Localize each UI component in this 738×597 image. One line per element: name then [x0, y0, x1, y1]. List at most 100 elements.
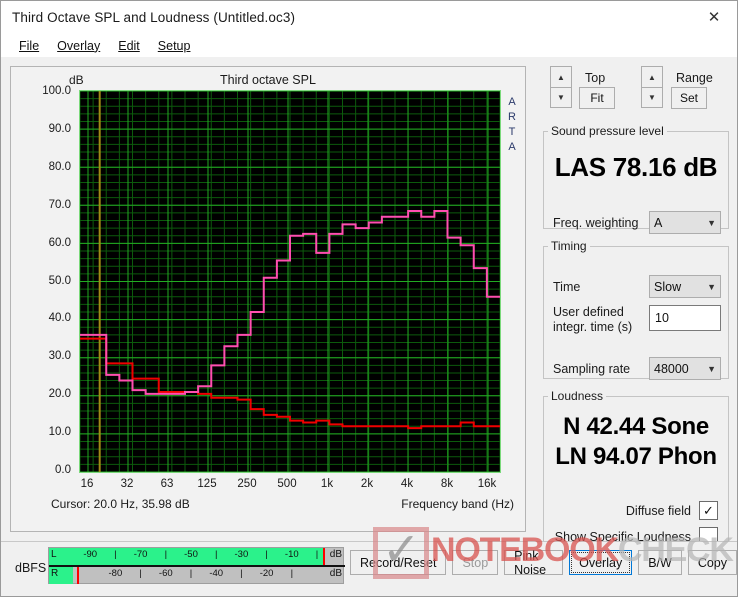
button-b-w[interactable]: B/W: [638, 550, 682, 575]
action-button-row: Record/Reset Stop Pink Noise Overlay B/W Copy: [350, 549, 737, 577]
range-spinner[interactable]: ▲ ▼: [641, 66, 663, 108]
meter-tick: -20: [259, 568, 274, 579]
y-axis-tick: 10.0: [48, 426, 71, 439]
bottom-bar: dBFS LdB -90 | -70 | -50 | -30 | -10 | RdB -80 | -60 |…: [1, 541, 737, 596]
close-icon[interactable]: ✕: [691, 1, 737, 34]
meter-tick: -60: [158, 568, 173, 579]
x-axis-tick: 1k: [320, 478, 334, 490]
y-axis-unit: dB: [69, 73, 84, 87]
range-set-button[interactable]: Set: [671, 87, 707, 109]
sampling-rate-select[interactable]: 48000 ▼: [649, 357, 721, 380]
right-control-column: ▲ ▼ Top Fit ▲ ▼ Range Set Sound pressure…: [535, 61, 735, 592]
arta-watermark: ARTA: [508, 96, 516, 153]
meter-channel-right: R: [51, 568, 59, 579]
meter-pipe: |: [214, 549, 218, 560]
chart-plot-area[interactable]: [79, 90, 501, 473]
meter-pipe: |: [315, 549, 319, 560]
diffuse-field-checkbox[interactable]: ✓: [699, 501, 718, 520]
x-axis-tick: 250: [237, 478, 257, 490]
top-spinner[interactable]: ▲ ▼: [550, 66, 572, 108]
button-pink-noise[interactable]: Pink Noise: [504, 549, 564, 577]
x-axis-tick: 16k: [477, 478, 497, 490]
top-spinner-up-icon[interactable]: ▲: [550, 66, 572, 87]
meter-tick: -90: [83, 549, 98, 560]
menu-item-overlay[interactable]: Overlay: [48, 37, 109, 55]
x-axis: 16 32 63 125 250 500 1k 2k 4k 8k 16k: [79, 478, 503, 494]
y-axis-tick: 70.0: [48, 198, 71, 211]
y-axis: 100.0 90.0 80.0 70.0 60.0 50.0 40.0 30.0 20.0 10.…: [19, 85, 71, 476]
meter-unit-left: dB: [329, 549, 342, 560]
integration-time-input[interactable]: 10: [649, 305, 721, 331]
time-label: Time: [553, 279, 581, 294]
freq-weighting-row: Freq. weighting A ▼: [553, 211, 721, 234]
y-axis-tick: 20.0: [48, 388, 71, 401]
time-value: Slow: [654, 279, 682, 294]
x-axis-tick: 125: [197, 478, 217, 490]
meter-unit-right: dB: [329, 568, 342, 579]
y-axis-tick: 100.0: [42, 85, 71, 97]
time-select[interactable]: Slow ▼: [649, 275, 721, 298]
y-axis-tick: 50.0: [48, 274, 71, 287]
range-spinner-up-icon[interactable]: ▲: [641, 66, 663, 87]
menu-item-setup[interactable]: Setup: [149, 37, 200, 55]
x-axis-title: Frequency band (Hz): [401, 497, 514, 511]
top-spinner-down-icon[interactable]: ▼: [550, 87, 572, 108]
menu-bar: File Overlay Edit Setup: [1, 34, 737, 57]
chevron-down-icon: ▼: [707, 363, 716, 374]
integration-time-label: User defined integr. time (s): [553, 305, 632, 335]
meter-tick: -10: [284, 549, 299, 560]
loudness-panel-legend: Loudness: [551, 389, 604, 403]
x-axis-tick: 16: [80, 478, 94, 490]
y-axis-tick: 0.0: [55, 464, 71, 476]
level-meter-right: RdB -80 | -60 | -40 | -20 |: [49, 567, 345, 584]
button-copy[interactable]: Copy: [687, 550, 737, 575]
chart-svg: [80, 91, 500, 472]
top-range-toolbar: ▲ ▼ Top Fit ▲ ▼ Range Set: [535, 61, 735, 113]
chevron-down-icon: ▼: [707, 281, 716, 292]
menu-item-file[interactable]: File: [10, 37, 48, 55]
meter-tick: -40: [209, 568, 224, 579]
cursor-readout: Cursor: 20.0 Hz, 35.98 dB: [51, 497, 190, 511]
x-axis-tick: 500: [277, 478, 297, 490]
top-label: Top: [585, 71, 606, 85]
loudness-panel: Loudness N 42.44 Sone LN 94.07 Phon Diff…: [543, 389, 729, 546]
x-axis-tick: 32: [120, 478, 134, 490]
range-spinner-down-icon[interactable]: ▼: [641, 87, 663, 108]
graph-panel: Third octave SPL dB 100.0 90.0 80.0 70.0 60.…: [10, 66, 526, 532]
meter-pipe: |: [114, 549, 117, 560]
meter-tick: -80: [108, 568, 123, 579]
button-overlay[interactable]: Overlay: [569, 550, 633, 575]
meter-tick: -70: [133, 549, 148, 560]
level-meter: LdB -90 | -70 | -50 | -30 | -10 | RdB -80 | -60 | -40 | -…: [48, 547, 345, 584]
integration-time-label-l1: User defined: [553, 305, 624, 319]
meter-peak-marker-right: [77, 567, 80, 584]
menu-item-edit[interactable]: Edit: [109, 37, 149, 55]
level-meter-left: LdB -90 | -70 | -50 | -30 | -10 |: [49, 548, 345, 565]
diffuse-field-label: Diffuse field: [625, 503, 691, 518]
sampling-rate-row: Sampling rate 48000 ▼: [553, 357, 721, 380]
sampling-rate-label: Sampling rate: [553, 361, 631, 376]
diffuse-field-row[interactable]: Diffuse field ✓: [626, 501, 718, 520]
meter-pipe: |: [290, 568, 294, 579]
integration-time-label-l2: integr. time (s): [553, 320, 633, 334]
timing-panel-legend: Timing: [551, 239, 587, 253]
y-axis-tick: 40.0: [48, 312, 71, 325]
top-fit-button[interactable]: Fit: [579, 87, 615, 109]
integration-time-row: User defined integr. time (s) 10: [553, 305, 721, 335]
button-record-reset[interactable]: Record/Reset: [350, 550, 447, 575]
y-axis-tick: 90.0: [48, 122, 71, 135]
menu-edit-label: Edit: [118, 38, 140, 53]
freq-weighting-select[interactable]: A ▼: [649, 211, 721, 234]
x-axis-tick: 4k: [400, 478, 414, 490]
loudness-sone-value: N 42.44 Sone: [563, 413, 709, 440]
meter-tick: -50: [184, 549, 198, 560]
app-window: Third Octave SPL and Loudness (Untitled.…: [0, 0, 738, 597]
title-bar: Third Octave SPL and Loudness (Untitled.…: [1, 1, 737, 34]
y-axis-tick: 60.0: [48, 236, 71, 249]
x-axis-tick: 2k: [360, 478, 374, 490]
dbfs-label: dBFS: [15, 561, 47, 575]
freq-weighting-value: A: [654, 215, 663, 230]
freq-weighting-label: Freq. weighting: [553, 215, 639, 230]
chevron-down-icon: ▼: [707, 217, 716, 228]
meter-pipe: |: [265, 549, 268, 560]
